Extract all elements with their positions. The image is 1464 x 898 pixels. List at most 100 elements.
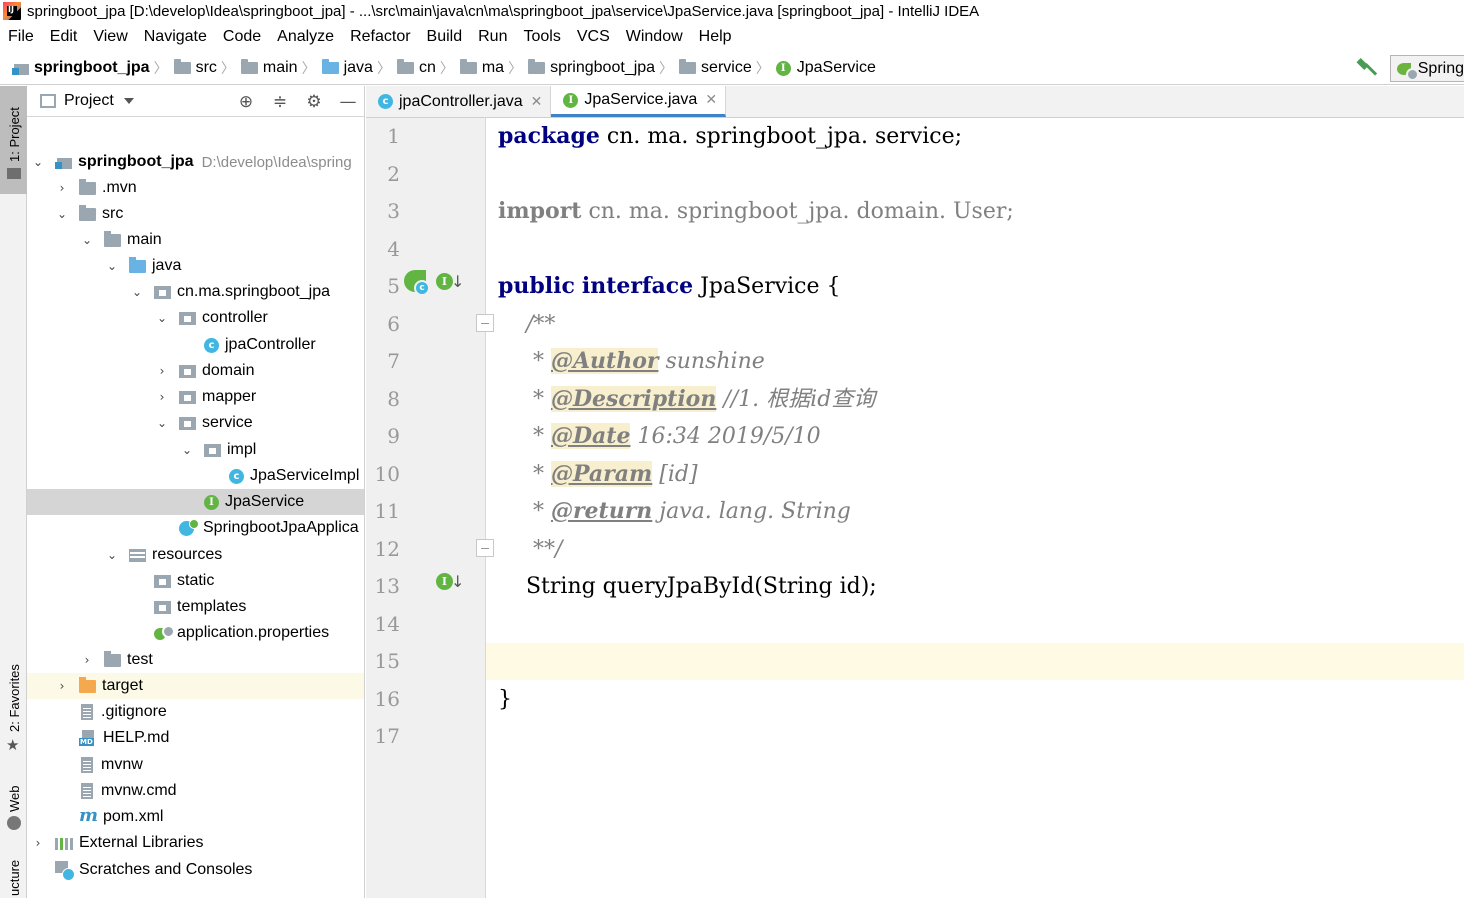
menu-file[interactable]: File: [0, 28, 42, 46]
tree-item-application[interactable]: SpringbootJpaApplica: [27, 515, 364, 541]
gear-icon[interactable]: ⚙: [304, 92, 324, 112]
structure-tool-button[interactable]: ucture: [7, 860, 22, 896]
tree-item-label: .mvn: [102, 179, 137, 196]
tree-item-mapper[interactable]: › mapper: [27, 384, 364, 410]
chevron-right-icon[interactable]: ›: [155, 390, 169, 404]
tree-item-application-properties[interactable]: application.properties: [27, 620, 364, 646]
doc-tag-date: @Date: [550, 423, 631, 449]
chevron-down-icon[interactable]: ⌄: [105, 259, 119, 273]
build-hammer-icon[interactable]: [1354, 58, 1376, 80]
chevron-right-icon[interactable]: ›: [155, 364, 169, 378]
chevron-down-icon[interactable]: ⌄: [105, 548, 119, 562]
breadcrumb-java[interactable]: java 〉: [321, 58, 397, 78]
tree-item-help-md[interactable]: HELP.md: [27, 725, 364, 751]
chevron-down-icon[interactable]: ⌄: [155, 311, 169, 325]
breadcrumb-jpaservice[interactable]: I JpaService: [775, 59, 876, 77]
tree-item-package[interactable]: ⌄ cn.ma.springboot_jpa: [27, 279, 364, 305]
menu-view[interactable]: View: [85, 28, 135, 46]
close-icon[interactable]: ✕: [705, 92, 717, 108]
breadcrumb-project[interactable]: springboot_jpa 〉: [12, 58, 174, 78]
tree-item-test[interactable]: › test: [27, 647, 364, 673]
breadcrumb-main[interactable]: main 〉: [240, 58, 322, 78]
chevron-down-icon[interactable]: ⌄: [180, 443, 194, 457]
line-number: 4: [387, 236, 400, 261]
tree-item-src[interactable]: ⌄ src: [27, 201, 364, 227]
breadcrumb-label: springboot_jpa: [34, 59, 150, 76]
breadcrumb-ma[interactable]: ma 〉: [459, 58, 528, 78]
tree-item-main[interactable]: ⌄ main: [27, 227, 364, 253]
tree-item-pom-xml[interactable]: m pom.xml: [27, 804, 364, 830]
collapse-all-icon[interactable]: ≑: [270, 92, 290, 112]
tree-item-jpaserviceimpl[interactable]: c JpaServiceImpl: [27, 463, 364, 489]
tree-item-mvn[interactable]: › .mvn: [27, 175, 364, 201]
tree-item-mvnw-cmd[interactable]: mvnw.cmd: [27, 778, 364, 804]
intellij-logo-icon: IJ: [3, 2, 21, 20]
menu-code[interactable]: Code: [215, 28, 269, 46]
tree-item-jpaservice[interactable]: I JpaService: [27, 489, 364, 515]
project-view-selector[interactable]: Project: [64, 92, 114, 110]
tree-item-target[interactable]: › target: [27, 673, 364, 699]
code-editor[interactable]: package cn. ma. springboot_jpa. service;…: [486, 118, 1464, 898]
method-gutter-marker[interactable]: I ↓: [436, 572, 464, 591]
tree-item-controller[interactable]: ⌄ controller: [27, 305, 364, 331]
chevron-down-icon[interactable]: [123, 98, 134, 104]
breadcrumb-src[interactable]: src 〉: [173, 58, 241, 78]
chevron-right-icon[interactable]: ›: [55, 181, 69, 195]
scratches-icon: [55, 861, 75, 881]
menu-build[interactable]: Build: [419, 28, 471, 46]
package-icon: [459, 59, 477, 74]
menu-run[interactable]: Run: [470, 28, 515, 46]
tree-item-label: test: [127, 651, 153, 668]
tree-item-resources[interactable]: ⌄ resources: [27, 542, 364, 568]
tree-item-java[interactable]: ⌄ java: [27, 253, 364, 279]
menu-vcs[interactable]: VCS: [569, 28, 618, 46]
tree-item-gitignore[interactable]: .gitignore: [27, 699, 364, 725]
tree-item-jpacontroller[interactable]: c jpaController: [27, 332, 364, 358]
tree-item-domain[interactable]: › domain: [27, 358, 364, 384]
project-view-icon: [40, 94, 56, 108]
interface-gutter-marker[interactable]: I ↓: [436, 272, 464, 291]
tree-item-mvnw[interactable]: mvnw: [27, 752, 364, 778]
favorites-tool-button[interactable]: 2: Favorites: [7, 664, 22, 732]
tree-item-root[interactable]: ⌄ springboot_jpa D:\develop\Idea\spring: [27, 149, 364, 175]
close-icon[interactable]: ✕: [531, 94, 543, 110]
doc-star: *: [498, 349, 551, 374]
implemented-by-marker[interactable]: c: [404, 270, 430, 296]
menu-navigate[interactable]: Navigate: [136, 28, 215, 46]
breadcrumb-service[interactable]: service 〉: [679, 58, 776, 78]
tree-item-impl[interactable]: ⌄ impl: [27, 437, 364, 463]
tree-item-external-libraries[interactable]: › External Libraries: [27, 830, 364, 856]
tree-item-service[interactable]: ⌄ service: [27, 410, 364, 436]
breadcrumb-label: service: [701, 59, 752, 76]
run-configuration-selector[interactable]: Spring: [1390, 55, 1464, 82]
breadcrumb-springboot-jpa[interactable]: springboot_jpa 〉: [528, 58, 679, 78]
editor-gutter[interactable]: 1 2 3 4 5 6 7 8 9 10 11 12 13 14 15 16 1…: [366, 118, 494, 898]
line-number: 11: [374, 499, 400, 523]
tree-item-label: static: [177, 572, 215, 589]
line-number: 3: [387, 199, 400, 223]
menu-window[interactable]: Window: [618, 28, 691, 46]
menu-tools[interactable]: Tools: [515, 28, 568, 46]
tab-jpacontroller[interactable]: c jpaController.java ✕: [366, 86, 552, 117]
chevron-down-icon[interactable]: ⌄: [80, 233, 94, 247]
breadcrumb-cn[interactable]: cn 〉: [396, 58, 460, 78]
menu-help[interactable]: Help: [691, 28, 740, 46]
tree-item-scratches[interactable]: Scratches and Consoles: [27, 857, 364, 883]
web-tool-button[interactable]: Web: [7, 786, 22, 813]
chevron-down-icon[interactable]: ⌄: [155, 416, 169, 430]
chevron-down-icon[interactable]: ⌄: [31, 155, 45, 169]
chevron-right-icon[interactable]: ›: [31, 836, 45, 850]
menu-edit[interactable]: Edit: [42, 28, 86, 46]
menu-refactor[interactable]: Refactor: [342, 28, 418, 46]
tree-item-static[interactable]: static: [27, 568, 364, 594]
project-tool-button[interactable]: 1: Project: [0, 86, 27, 194]
chevron-right-icon[interactable]: ›: [55, 679, 69, 693]
tab-jpaservice[interactable]: I JpaService.java ✕: [551, 86, 727, 117]
chevron-down-icon[interactable]: ⌄: [55, 207, 69, 221]
chevron-right-icon[interactable]: ›: [80, 653, 94, 667]
hide-panel-icon[interactable]: —: [338, 92, 358, 112]
locate-target-icon[interactable]: ⊕: [236, 92, 256, 112]
chevron-down-icon[interactable]: ⌄: [130, 285, 144, 299]
menu-analyze[interactable]: Analyze: [269, 28, 342, 46]
tree-item-templates[interactable]: templates: [27, 594, 364, 620]
